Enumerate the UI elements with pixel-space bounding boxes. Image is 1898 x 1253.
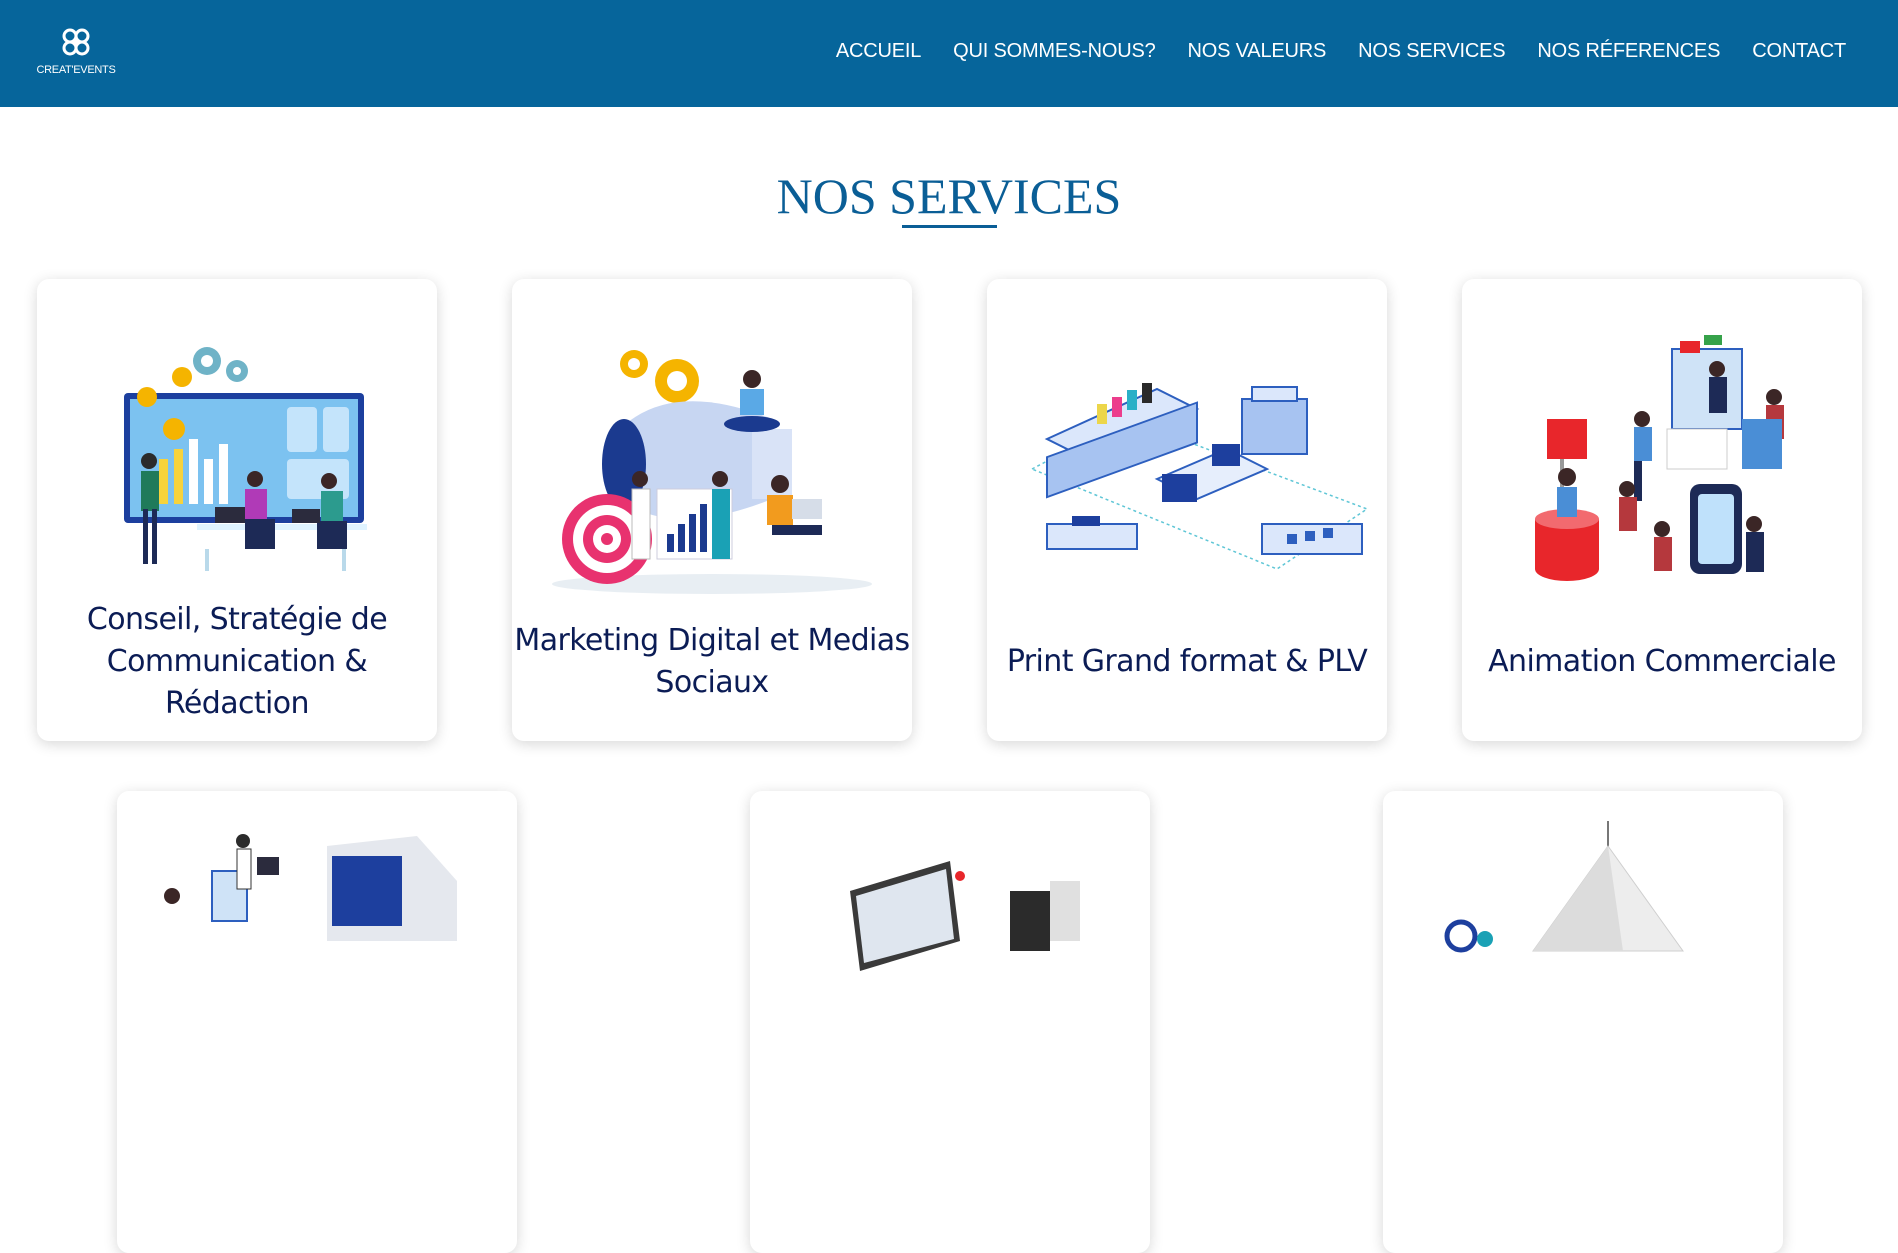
commercial-stand-illustration-icon: [1535, 335, 1784, 581]
service-label-print: Print Grand format & PLV: [1006, 644, 1368, 679]
nav-nos-valeurs[interactable]: NOS VALEURS: [1188, 37, 1327, 65]
brand-name: CREAT'EVENTS: [36, 64, 116, 76]
service-card-6[interactable]: [750, 791, 1150, 1253]
flower-logo-icon: [62, 28, 90, 56]
service-label-strategy: Conseil, Stratégie de Communication & Ré…: [86, 602, 388, 721]
service-label-animation: Animation Commerciale: [1488, 644, 1836, 679]
service-card-strategy[interactable]: Conseil, Stratégie de Communication & Ré…: [37, 279, 437, 741]
service-card-digital-marketing[interactable]: Marketing Digital et Medias Sociaux: [512, 279, 912, 741]
strategy-meeting-illustration-icon: [124, 347, 367, 571]
design-screen-illustration-icon: [850, 861, 1080, 971]
print-machines-illustration-icon: [1030, 383, 1369, 570]
title-underline: [902, 225, 997, 228]
nav-contact[interactable]: CONTACT: [1752, 37, 1846, 65]
service-card-animation[interactable]: Animation Commerciale: [1462, 279, 1862, 741]
main-nav: ACCUEIL QUI SOMMES-NOUS? NOS VALEURS NOS…: [836, 37, 1846, 65]
brand-logo[interactable]: CREAT'EVENTS: [36, 24, 116, 84]
business-people-screen-illustration-icon: [164, 834, 457, 941]
nav-accueil[interactable]: ACCUEIL: [836, 37, 921, 65]
tent-event-illustration-icon: [1444, 821, 1684, 953]
page-title: NOS SERVICES: [776, 168, 1122, 224]
service-label-digital-marketing: Marketing Digital et Medias Sociaux: [514, 623, 910, 700]
nav-nos-references[interactable]: NOS RÉFERENCES: [1537, 37, 1720, 65]
service-card-print[interactable]: Print Grand format & PLV: [987, 279, 1387, 741]
nav-qui-sommes-nous[interactable]: QUI SOMMES-NOUS?: [953, 37, 1156, 65]
nav-nos-services[interactable]: NOS SERVICES: [1358, 37, 1505, 65]
digital-marketing-illustration-icon: [552, 350, 872, 594]
service-card-5[interactable]: [117, 791, 517, 1253]
service-card-7[interactable]: [1383, 791, 1783, 1253]
site-header: CREAT'EVENTS ACCUEIL QUI SOMMES-NOUS? NO…: [0, 0, 1898, 107]
